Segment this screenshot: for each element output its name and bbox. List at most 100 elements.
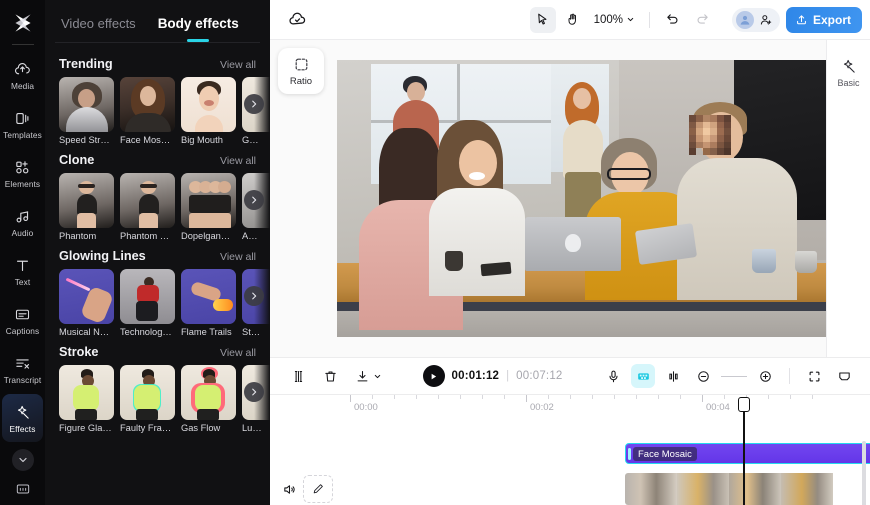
effect-card[interactable]: Figure Gla… <box>59 365 114 433</box>
sidebar-item-text[interactable]: Text <box>2 247 43 295</box>
sidebar-item-media[interactable]: Media <box>2 51 43 99</box>
chevron-right-icon[interactable] <box>244 382 264 402</box>
keyframe-icon[interactable] <box>661 364 685 388</box>
sidebar-item-templates[interactable]: Templates <box>2 100 43 148</box>
sidebar-label: Effects <box>9 423 36 434</box>
sidebar-item-captions[interactable]: Captions <box>2 296 43 344</box>
cloud-saved-icon[interactable] <box>284 7 310 33</box>
ruler-label: 00:00 <box>354 402 378 413</box>
timeline[interactable]: 00:00 00:02 00:04 Face Mosaic <box>270 395 870 505</box>
templates-icon <box>14 109 31 128</box>
cursor-arrow-icon[interactable] <box>529 6 556 33</box>
mosaic-icon[interactable] <box>631 364 656 388</box>
effect-label: Face Mos… <box>120 135 171 145</box>
cloud-upload-icon <box>14 60 31 79</box>
total-time: 00:07:12 <box>516 370 563 382</box>
video-track-clip[interactable] <box>625 473 870 505</box>
sidebar-item-audio[interactable]: Audio <box>2 198 43 246</box>
tool-group: 100% <box>529 6 716 33</box>
section-header-trending: Trending View all <box>45 49 270 77</box>
mug <box>445 251 463 271</box>
elements-icon <box>14 158 31 177</box>
effect-label: Lu… <box>242 423 262 433</box>
export-upload-icon <box>797 15 806 25</box>
effect-label: Figure Gla… <box>59 423 112 433</box>
effect-card[interactable]: Speed Str… <box>59 77 114 145</box>
chevron-right-icon[interactable] <box>244 94 264 114</box>
effect-card[interactable]: Musical N… <box>59 269 114 337</box>
chevron-down-icon <box>627 17 634 22</box>
split-icon[interactable] <box>286 364 310 388</box>
timeline-ruler[interactable]: 00:00 00:02 00:04 <box>350 395 870 417</box>
speaker-icon[interactable] <box>282 482 297 497</box>
effect-card[interactable]: Face Mos… <box>120 77 175 145</box>
fit-to-screen-icon[interactable] <box>802 364 826 388</box>
effect-card[interactable]: Faulty Fra… <box>120 365 175 433</box>
capcut-logo-icon[interactable] <box>6 6 40 40</box>
effect-card[interactable]: Gas Flow <box>181 365 236 433</box>
chevron-right-icon[interactable] <box>244 190 264 210</box>
ratio-button[interactable]: Ratio <box>278 48 324 94</box>
hand-icon[interactable] <box>560 7 586 33</box>
playhead-handle[interactable] <box>737 397 750 412</box>
sidebar-item-effects[interactable]: Effects <box>2 394 43 442</box>
effect-label: Gas Flow <box>181 423 221 433</box>
chevron-down-icon[interactable] <box>370 364 384 388</box>
timeline-scrollbar[interactable] <box>862 441 866 505</box>
effect-label: Dopelgan… <box>181 231 231 241</box>
playhead[interactable] <box>737 397 750 505</box>
microphone-icon[interactable] <box>601 364 625 388</box>
effect-clip-label: Face Mosaic <box>633 447 697 461</box>
chevron-right-icon[interactable] <box>244 286 264 306</box>
view-all-trending[interactable]: View all <box>220 59 256 71</box>
effect-card[interactable]: Phantom <box>59 173 114 241</box>
trash-icon[interactable] <box>318 364 342 388</box>
view-all-glowing-lines[interactable]: View all <box>220 251 256 263</box>
tab-body-effects[interactable]: Body effects <box>158 12 239 31</box>
effect-thumbnail <box>181 269 236 324</box>
effect-card[interactable]: Flame Trails <box>181 269 236 337</box>
text-icon <box>14 256 31 275</box>
effect-thumbnail <box>120 269 175 324</box>
keyboard-shortcuts-icon[interactable] <box>0 481 45 497</box>
effect-thumbnail <box>181 77 236 132</box>
effect-card[interactable]: Dopelgan… <box>181 173 236 241</box>
sidebar-item-elements[interactable]: Elements <box>2 149 43 197</box>
effect-label: Phantom … <box>120 231 170 241</box>
edit-pencil-icon[interactable] <box>303 475 333 503</box>
crop-ratio-icon <box>295 58 307 70</box>
track-layout-icon[interactable] <box>832 364 856 388</box>
sidebar-item-transcript[interactable]: Transcript <box>2 345 43 393</box>
tab-video-effects[interactable]: Video effects <box>61 12 136 31</box>
row-glowing-lines: Musical N… Technolog… Flame Trails St… <box>45 269 270 337</box>
add-person-icon[interactable] <box>756 10 776 30</box>
mosaic-effect-overlay <box>689 115 731 155</box>
captions-icon <box>14 305 31 324</box>
zoom-out-icon[interactable] <box>691 364 715 388</box>
zoom-level-selector[interactable]: 100% <box>590 14 639 26</box>
play-button[interactable] <box>422 365 445 387</box>
time-separator: | <box>506 370 510 382</box>
effect-label: St… <box>242 327 261 337</box>
right-item-basic[interactable]: Basic <box>827 58 870 88</box>
effect-clip-face-mosaic[interactable]: Face Mosaic <box>625 443 870 464</box>
export-label: Export <box>812 12 851 27</box>
sidebar-label: Audio <box>11 227 34 238</box>
effect-thumbnail <box>59 269 114 324</box>
chevron-down-icon[interactable] <box>11 449 34 471</box>
zoom-in-icon[interactable] <box>753 364 777 388</box>
effect-card[interactable]: Phantom … <box>120 173 175 241</box>
undo-icon[interactable] <box>660 7 686 33</box>
magic-wand-icon <box>840 58 857 75</box>
clip-trim-handle[interactable] <box>628 448 631 460</box>
zoom-slider[interactable] <box>721 375 748 377</box>
effect-card[interactable]: Big Mouth <box>181 77 236 145</box>
redo-icon[interactable] <box>690 7 716 33</box>
export-button[interactable]: Export <box>785 6 862 33</box>
video-canvas[interactable] <box>337 60 829 337</box>
sidebar-label: Elements <box>4 178 41 189</box>
avatar[interactable] <box>735 10 754 29</box>
view-all-clone[interactable]: View all <box>220 155 256 167</box>
view-all-stroke[interactable]: View all <box>220 347 256 359</box>
effect-card[interactable]: Technolog… <box>120 269 175 337</box>
